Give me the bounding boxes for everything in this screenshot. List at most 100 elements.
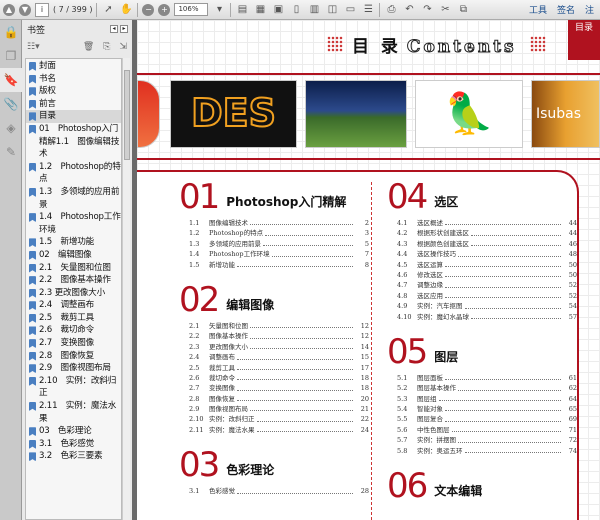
single-page-icon[interactable]: ▣ bbox=[271, 3, 285, 17]
bookmark-item[interactable]: 版权 bbox=[26, 85, 121, 98]
bookmark-item[interactable]: 01 Photoshop入门精解1.1 图像编辑技术 bbox=[26, 123, 121, 161]
grid-view-icon[interactable]: ▥ bbox=[307, 3, 321, 17]
toc-entry[interactable]: 2.5 裁剪工具 17 bbox=[179, 363, 369, 373]
zoom-select[interactable]: 106% bbox=[174, 3, 209, 16]
next-page-icon[interactable]: ▼ bbox=[19, 3, 31, 16]
toc-entry[interactable]: 5.5 图层复合 69 bbox=[387, 414, 577, 424]
bookmarks-icon[interactable]: 🔖 bbox=[0, 68, 22, 92]
chapter-title[interactable]: 文本编辑 bbox=[434, 482, 482, 503]
toc-entry[interactable]: 3.1 色彩感觉 28 bbox=[179, 486, 369, 496]
bookmark-item[interactable]: 2.1 矢量图和位图 bbox=[26, 262, 121, 275]
select-cursor-icon[interactable]: ➚ bbox=[101, 3, 115, 17]
toc-entry[interactable]: 1.2 Photoshop的特点 3 bbox=[179, 228, 369, 238]
toc-entry[interactable]: 2.3 更改图像大小 14 bbox=[179, 342, 369, 352]
toc-entry[interactable]: 4.3 根据颜色创建选区 46 bbox=[387, 239, 577, 249]
toc-entry[interactable]: 4.8 选区应用 52 bbox=[387, 291, 577, 301]
toc-entry[interactable]: 4.7 调整边缘 52 bbox=[387, 280, 577, 290]
pages-icon[interactable]: ❐ bbox=[0, 44, 22, 68]
bookmark-item[interactable]: 封面 bbox=[26, 60, 121, 73]
toc-entry[interactable]: 1.4 Photoshop工作环境 7 bbox=[179, 249, 369, 259]
two-page-icon[interactable]: ◫ bbox=[325, 3, 339, 17]
toc-entry[interactable]: 5.3 图层组 64 bbox=[387, 394, 577, 404]
chapter-title[interactable]: 编辑图像 bbox=[226, 296, 274, 317]
expand-bookmark-icon[interactable]: ⇲ bbox=[119, 42, 127, 52]
toc-entry[interactable]: 2.4 调整画布 15 bbox=[179, 352, 369, 362]
bookmark-item[interactable]: 2.9 图像视图布局 bbox=[26, 362, 121, 375]
signature-icon[interactable]: ✎ bbox=[0, 140, 22, 164]
toc-entry[interactable]: 5.7 实例：拼摆图 72 bbox=[387, 435, 577, 445]
toc-entry[interactable]: 5.8 实例：奥运五环 74 bbox=[387, 446, 577, 456]
bookmark-item[interactable]: 2.8 图像恢复 bbox=[26, 350, 121, 363]
new-bookmark-icon[interactable]: ⎘ bbox=[103, 42, 110, 52]
toc-entry[interactable]: 2.8 图像恢复 20 bbox=[179, 394, 369, 404]
page-number-input[interactable]: i bbox=[35, 2, 49, 17]
toc-entry[interactable]: 2.7 变换图像 18 bbox=[179, 383, 369, 393]
tools-button[interactable]: 工具 bbox=[529, 3, 547, 16]
bookmark-item[interactable]: 目录 bbox=[26, 110, 121, 123]
toc-entry[interactable]: 2.6 裁切命令 18 bbox=[179, 373, 369, 383]
toc-entry[interactable]: 1.5 新增功能 8 bbox=[179, 260, 369, 270]
bookmark-item[interactable]: 1.2 Photoshop的特点 bbox=[26, 161, 121, 186]
toc-entry[interactable]: 2.2 图像基本操作 12 bbox=[179, 331, 369, 341]
options-menu-icon[interactable]: ☷▾ bbox=[27, 42, 40, 52]
bookmark-item[interactable]: 1.4 Photoshop工作环境 bbox=[26, 211, 121, 236]
fit-page-icon[interactable]: ▤ bbox=[235, 3, 249, 17]
chapter-title[interactable]: 图层 bbox=[434, 348, 458, 369]
save-icon[interactable]: ⎙ bbox=[384, 3, 398, 17]
bookmark-item[interactable]: 3.2 色彩三要素 bbox=[26, 450, 121, 463]
toc-entry[interactable]: 2.10 实例：改斜归正 22 bbox=[179, 414, 369, 424]
toc-entry[interactable]: 1.1 图像编辑技术 2 bbox=[179, 218, 369, 228]
prev-page-icon[interactable]: ▲ bbox=[3, 3, 15, 16]
toc-entry[interactable]: 2.9 图像视图布局 21 bbox=[179, 404, 369, 414]
dropdown-icon[interactable]: ▾ bbox=[212, 3, 226, 17]
scroll-mode-icon[interactable]: ☰ bbox=[361, 3, 375, 17]
toc-entry[interactable]: 2.1 矢量图和位图 12 bbox=[179, 321, 369, 331]
bookmark-item[interactable]: 2.6 裁切命令 bbox=[26, 324, 121, 337]
bookmark-item[interactable]: 2.11 实例：魔法水果 bbox=[26, 400, 121, 425]
attachment-icon[interactable]: 📎 bbox=[0, 92, 22, 116]
bookmark-item[interactable]: 2.10 实例：改斜归正 bbox=[26, 375, 121, 400]
fit-width-icon[interactable]: ▦ bbox=[253, 3, 267, 17]
comment-button[interactable]: 注 bbox=[585, 3, 594, 16]
fullscreen-icon[interactable]: ▭ bbox=[343, 3, 357, 17]
bookmark-item[interactable]: 2.7 变换图像 bbox=[26, 337, 121, 350]
toc-entry[interactable]: 4.10 实例：魔幻水晶球 57 bbox=[387, 312, 577, 322]
chapter-title[interactable]: 选区 bbox=[434, 193, 458, 214]
toc-entry[interactable]: 4.9 实例：汽车抠图 54 bbox=[387, 301, 577, 311]
layers-icon[interactable]: ◈ bbox=[0, 116, 22, 140]
expand-panel-icon[interactable]: ▸ bbox=[120, 25, 128, 33]
zoom-in-icon[interactable]: + bbox=[158, 3, 171, 16]
toc-entry[interactable]: 5.2 图层基本操作 62 bbox=[387, 383, 577, 393]
chapter-title[interactable]: 色彩理论 bbox=[226, 461, 274, 482]
sign-button[interactable]: 签名 bbox=[557, 3, 575, 16]
bookmark-item[interactable]: 02 编辑图像 bbox=[26, 249, 121, 262]
toc-entry[interactable]: 4.1 选区概述 44 bbox=[387, 218, 577, 228]
zoom-out-icon[interactable]: − bbox=[142, 3, 155, 16]
collapse-panel-icon[interactable]: ◂ bbox=[110, 25, 118, 33]
scrollbar-thumb[interactable] bbox=[124, 70, 130, 160]
bookmark-item[interactable]: 2.3 更改图像大小 bbox=[26, 287, 121, 300]
toc-entry[interactable]: 5.4 智能对象 65 bbox=[387, 404, 577, 414]
bookmark-item[interactable]: 03 色彩理论 bbox=[26, 425, 121, 438]
toc-entry[interactable]: 5.6 中性色图层 71 bbox=[387, 425, 577, 435]
bookmark-item[interactable]: 2.4 调整画布 bbox=[26, 299, 121, 312]
bookmark-item[interactable]: 1.5 新增功能 bbox=[26, 236, 121, 249]
page-icon[interactable]: ▯ bbox=[289, 3, 303, 17]
bookmark-item[interactable]: 2.5 裁剪工具 bbox=[26, 312, 121, 325]
toc-entry[interactable]: 4.4 选区操作技巧 48 bbox=[387, 249, 577, 259]
toc-entry[interactable]: 4.6 修改选区 50 bbox=[387, 270, 577, 280]
bookmark-item[interactable]: 前言 bbox=[26, 98, 121, 111]
bookmark-item[interactable]: 2.2 图像基本操作 bbox=[26, 274, 121, 287]
toc-entry[interactable]: 2.11 实例：魔法水果 24 bbox=[179, 425, 369, 435]
bookmark-item[interactable]: 1.3 多领域的应用前景 bbox=[26, 186, 121, 211]
bookmark-item[interactable]: 3.1 色彩感觉 bbox=[26, 438, 121, 451]
undo-icon[interactable]: ↶ bbox=[402, 3, 416, 17]
copy-icon[interactable]: ⧉ bbox=[456, 3, 470, 17]
toc-entry[interactable]: 4.5 选区运算 50 bbox=[387, 260, 577, 270]
redo-icon[interactable]: ↷ bbox=[420, 3, 434, 17]
delete-icon[interactable]: 🗑 bbox=[83, 42, 94, 52]
cut-icon[interactable]: ✂ bbox=[438, 3, 452, 17]
chapter-title[interactable]: Photoshop入门精解 bbox=[226, 193, 346, 214]
scrollbar[interactable] bbox=[122, 58, 130, 520]
toc-entry[interactable]: 4.2 根据形状创建选区 44 bbox=[387, 228, 577, 238]
